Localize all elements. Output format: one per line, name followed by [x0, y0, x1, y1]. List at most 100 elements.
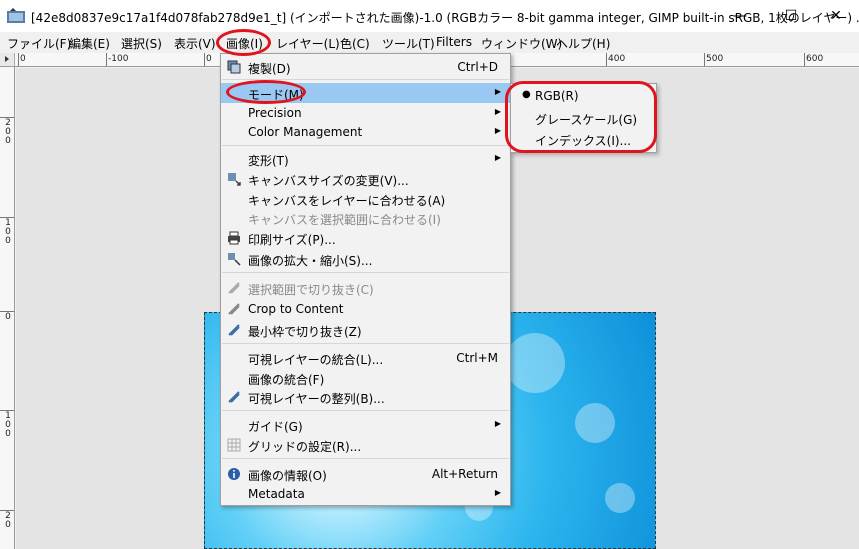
- ruler-label: 0: [20, 54, 26, 64]
- ruler-label: 0: [206, 54, 212, 64]
- selected-bullet-icon: ●: [522, 89, 531, 100]
- menu-item-scale-image[interactable]: 画像の拡大・縮小(S)...: [221, 249, 510, 269]
- menu-item-metadata[interactable]: Metadata ▶: [221, 484, 510, 504]
- menu-item-precision[interactable]: Precision ▶: [221, 103, 510, 123]
- menu-item-crop-to-selection[interactable]: 選択範囲で切り抜き(C): [221, 278, 510, 298]
- menu-item-accel: Alt+Return: [431, 467, 498, 481]
- ruler-label: 400: [608, 54, 626, 64]
- menu-windows[interactable]: ウィンドウ(W): [481, 35, 562, 52]
- maximize-button[interactable]: ☐: [768, 0, 814, 32]
- menu-image[interactable]: 画像(I): [226, 35, 263, 52]
- info-icon: [228, 468, 240, 480]
- menu-item-merge-visible-layers[interactable]: 可視レイヤーの統合(L)... Ctrl+M: [221, 348, 510, 368]
- menu-item-accel: Ctrl+M: [456, 351, 498, 365]
- menu-item-label: 変形(T): [248, 154, 289, 168]
- menu-item-label: Color Management: [248, 125, 363, 139]
- menu-item-label: ガイド(G): [248, 420, 303, 434]
- menu-item-crop-to-content[interactable]: Crop to Content: [221, 299, 510, 319]
- menu-item-label: 最小枠で切り抜き(Z): [248, 325, 362, 339]
- title-bar: [42e8d0837e9c17a1f4d078fab278d9e1_t] (イン…: [0, 0, 859, 32]
- crop-content-icon: [228, 303, 240, 315]
- menu-item-label: 選択範囲で切り抜き(C): [248, 283, 374, 297]
- menu-item-label: 印刷サイズ(P)...: [248, 233, 336, 247]
- menu-item-print-size[interactable]: 印刷サイズ(P)...: [221, 228, 510, 248]
- menu-tools[interactable]: ツール(T): [382, 35, 435, 52]
- submenu-item-grayscale[interactable]: グレースケール(G): [511, 107, 656, 129]
- close-button[interactable]: ✕: [813, 0, 859, 32]
- ruler-label: 500: [706, 54, 724, 64]
- ruler-label: 600: [806, 54, 824, 64]
- menu-layer[interactable]: レイヤー(L): [276, 35, 340, 52]
- menu-view[interactable]: 表示(V): [174, 35, 216, 52]
- bokeh-light: [505, 333, 565, 393]
- menu-item-align-visible-layers[interactable]: 可視レイヤーの整列(B)...: [221, 387, 510, 407]
- ruler-label: -100: [108, 54, 129, 64]
- menu-separator: [222, 458, 509, 459]
- menu-item-duplicate[interactable]: 複製(D) Ctrl+D: [221, 57, 510, 77]
- ruler-tick: [0, 217, 14, 218]
- menu-item-label: 複製(D): [248, 62, 291, 76]
- ruler-tick: [18, 53, 19, 66]
- menu-separator: [222, 145, 509, 146]
- menu-file[interactable]: ファイル(F): [7, 35, 71, 52]
- menu-item-canvas-size[interactable]: キャンバスサイズの変更(V)...: [221, 169, 510, 189]
- bokeh-light: [575, 403, 615, 443]
- grid-icon: [227, 438, 241, 452]
- menu-bar: ファイル(F) 編集(E) 選択(S) 表示(V) 画像(I) レイヤー(L) …: [0, 32, 859, 53]
- menu-colors[interactable]: 色(C): [340, 35, 370, 52]
- ruler-label: 1 0 0: [5, 218, 11, 246]
- menu-separator: [222, 79, 509, 80]
- submenu-arrow-icon: ▶: [494, 488, 501, 497]
- ruler-tick: [0, 510, 14, 511]
- ruler-tick: [804, 53, 805, 66]
- align-icon: [228, 391, 240, 403]
- submenu-item-label: インデックス(I)...: [535, 134, 631, 148]
- navigate-icon: [5, 56, 9, 62]
- submenu-item-rgb[interactable]: ● RGB(R): [511, 85, 656, 107]
- zealous-crop-icon: [228, 324, 240, 336]
- ruler-tick: [606, 53, 607, 66]
- ruler-tick: [704, 53, 705, 66]
- ruler-label: 0: [5, 312, 11, 322]
- menu-item-image-properties[interactable]: 画像の情報(O) Alt+Return: [221, 464, 510, 484]
- menu-filters[interactable]: Filters: [436, 35, 472, 49]
- ruler-tick: [106, 53, 107, 66]
- menu-select[interactable]: 選択(S): [121, 35, 162, 52]
- menu-item-label: Precision: [248, 106, 302, 120]
- menu-item-configure-grid[interactable]: グリッドの設定(R)...: [221, 435, 510, 455]
- menu-item-transform[interactable]: 変形(T) ▶: [221, 149, 510, 169]
- menu-edit[interactable]: 編集(E): [69, 35, 110, 52]
- ruler-tick: [0, 410, 14, 411]
- menu-item-color-management[interactable]: Color Management ▶: [221, 122, 510, 142]
- menu-item-zealous-crop[interactable]: 最小枠で切り抜き(Z): [221, 320, 510, 340]
- menu-item-label: 画像の統合(F): [248, 373, 325, 387]
- menu-item-label: 画像の情報(O): [248, 469, 327, 483]
- submenu-arrow-icon: ▶: [494, 107, 501, 116]
- ruler-label: 2 0 0: [5, 118, 11, 146]
- mode-submenu: ● RGB(R) グレースケール(G) インデックス(I)...: [510, 83, 657, 153]
- menu-separator: [222, 343, 509, 344]
- menu-item-flatten-image[interactable]: 画像の統合(F): [221, 368, 510, 388]
- ruler-tick: [0, 117, 14, 118]
- ruler-corner[interactable]: [0, 53, 15, 67]
- submenu-item-label: RGB(R): [535, 89, 579, 103]
- ruler-label: 1 0 0: [5, 411, 11, 439]
- menu-help[interactable]: ヘルプ(H): [556, 35, 610, 52]
- menu-item-label: モード(M): [248, 88, 304, 102]
- menu-separator: [222, 272, 509, 273]
- submenu-item-indexed[interactable]: インデックス(I)...: [511, 128, 656, 150]
- submenu-item-label: グレースケール(G): [535, 113, 638, 127]
- menu-item-mode[interactable]: モード(M) ▶: [221, 83, 510, 103]
- submenu-arrow-icon: ▶: [494, 126, 501, 135]
- menu-item-fit-canvas-to-layers[interactable]: キャンバスをレイヤーに合わせる(A): [221, 189, 510, 209]
- submenu-arrow-icon: ▶: [494, 153, 501, 162]
- menu-separator: [222, 410, 509, 411]
- vertical-ruler[interactable]: 2 0 0 1 0 0 0 1 0 0 2 0: [0, 67, 15, 549]
- scale-icon: [228, 253, 241, 266]
- menu-item-label: Crop to Content: [248, 302, 344, 316]
- ruler-label: 2 0: [5, 511, 11, 530]
- image-menu-dropdown: 複製(D) Ctrl+D モード(M) ▶ Precision ▶ Color …: [220, 53, 511, 506]
- menu-item-guides[interactable]: ガイド(G) ▶: [221, 415, 510, 435]
- minimize-button[interactable]: —: [717, 0, 763, 32]
- menu-item-fit-canvas-to-selection[interactable]: キャンバスを選択範囲に合わせる(I): [221, 208, 510, 228]
